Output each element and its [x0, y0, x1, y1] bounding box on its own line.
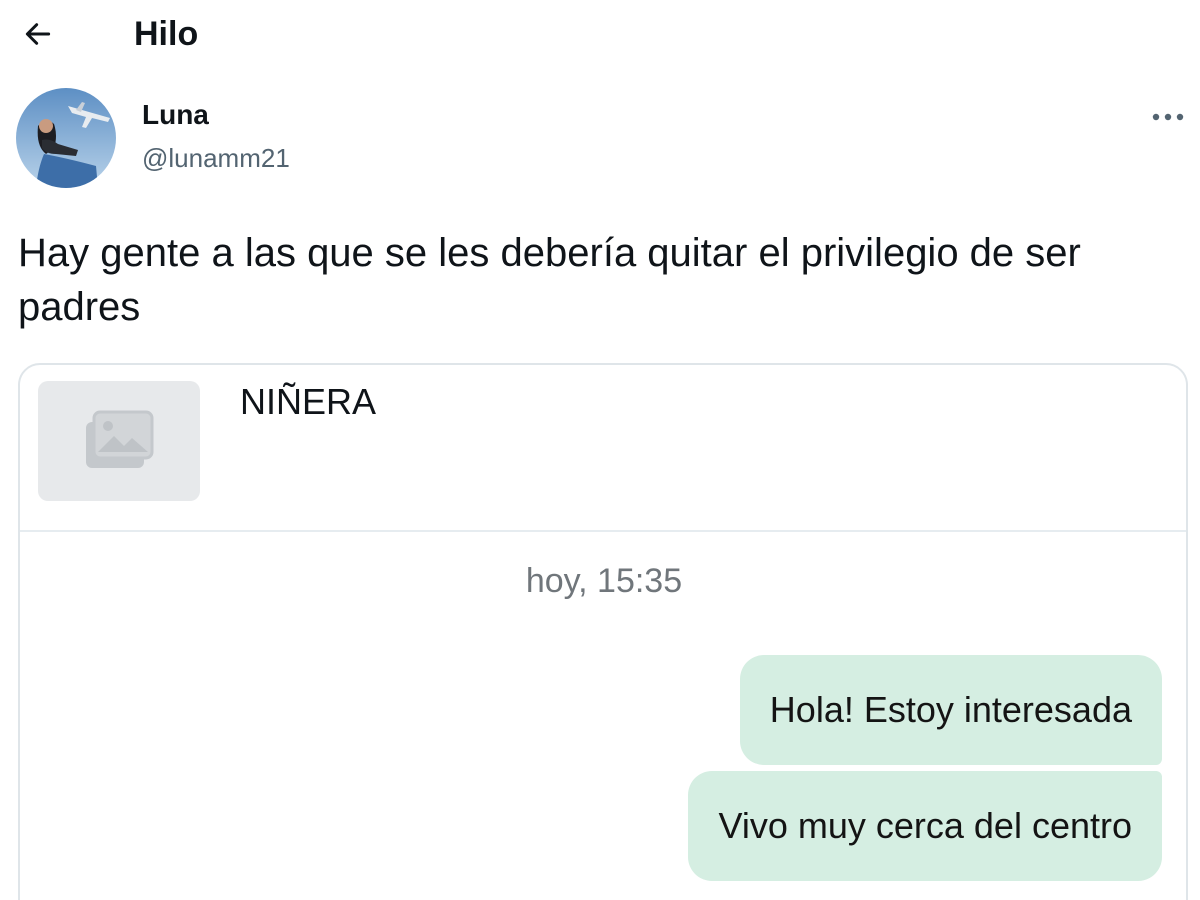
message-bubble: Vivo muy cerca del centro [688, 771, 1162, 881]
back-button[interactable] [14, 12, 62, 56]
message-bubble: Hola! Estoy interesada [739, 655, 1162, 765]
image-placeholder-icon [86, 410, 154, 468]
more-options-button[interactable] [1148, 100, 1188, 134]
thread-page: Hilo Luna @lunamm21 Hay gente a las que … [0, 0, 1200, 900]
page-title: Hilo [134, 15, 199, 53]
embedded-card[interactable]: NIÑERA hoy, 15:35 Hola! Estoy interesada… [18, 363, 1188, 900]
tweet-text: Hay gente a las que se les debería quita… [18, 231, 1081, 329]
chat-timestamp: hoy, 15:35 [525, 562, 683, 600]
card-title: NIÑERA [240, 381, 377, 422]
arrow-left-icon [25, 23, 51, 45]
avatar[interactable] [16, 88, 116, 188]
author-name[interactable]: Luna [142, 98, 209, 132]
author-handle[interactable]: @lunamm21 [142, 142, 290, 174]
card-divider [20, 530, 1186, 532]
more-horizontal-icon [1152, 113, 1184, 121]
card-thumbnail [38, 381, 200, 501]
header: Hilo [0, 0, 1200, 70]
